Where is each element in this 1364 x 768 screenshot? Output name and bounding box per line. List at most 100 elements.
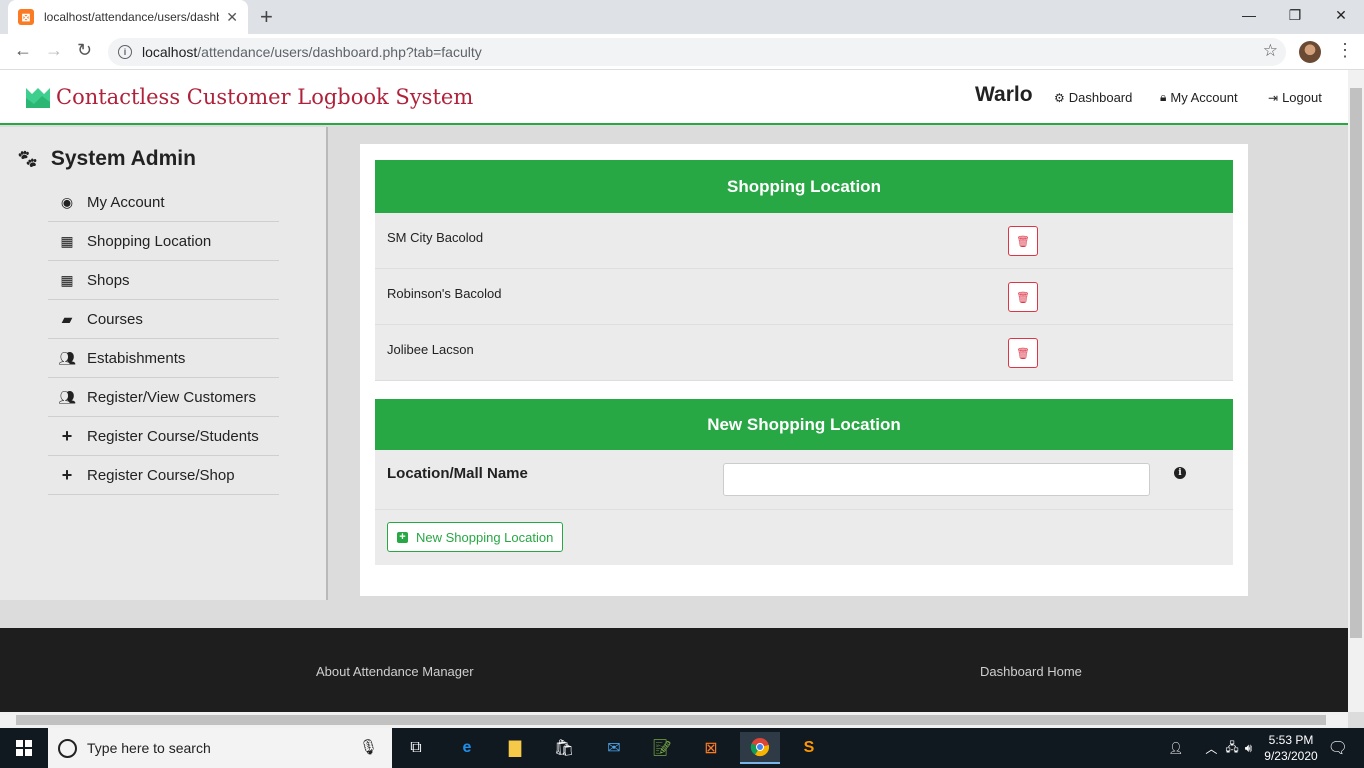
current-user-name: Warlo <box>975 83 1033 106</box>
sidebar: 🐾︎ System Admin ◉ My Account ▦ Shopping … <box>0 127 328 600</box>
mail-icon[interactable]: ✉ <box>594 732 634 764</box>
bookmark-star-icon[interactable]: ☆ <box>1263 41 1278 61</box>
url-host: localhost <box>142 44 198 60</box>
delete-button[interactable]: 🗑︎ <box>1008 226 1038 256</box>
nav-logout-link[interactable]: ⇥ Logout <box>1268 90 1322 105</box>
location-name-input[interactable] <box>723 463 1150 496</box>
add-shopping-location-button[interactable]: + New Shopping Location <box>387 522 564 552</box>
plus-icon: + <box>61 425 73 446</box>
sidebar-item-shops[interactable]: ▦ Shops <box>48 261 279 300</box>
footer-about-link[interactable]: About Attendance Manager <box>316 664 474 679</box>
network-icon[interactable]: 🖧︎ <box>1225 738 1238 759</box>
show-hidden-icons-icon[interactable]: ︿ <box>1205 740 1217 757</box>
new-location-form: Location/Mall Name i + New Shopping Loca… <box>375 450 1233 565</box>
table-row: SM City Bacolod 🗑︎ <box>375 213 1233 269</box>
store-icon[interactable]: 🛍︎ <box>544 732 584 764</box>
new-shopping-location-heading: New Shopping Location <box>375 399 1233 450</box>
sidebar-menu: ◉ My Account ▦ Shopping Location ▦ Shops… <box>48 183 279 495</box>
site-info-icon[interactable]: i <box>118 45 132 59</box>
reload-button[interactable]: ↻ <box>77 40 92 61</box>
restore-button[interactable]: ❐ <box>1272 0 1318 30</box>
sidebar-title: 🐾︎ System Admin <box>16 147 196 171</box>
chrome-logo <box>750 738 770 757</box>
sidebar-item-label: Estabishments <box>87 349 186 367</box>
logout-icon: ⇥ <box>1268 90 1279 105</box>
microphone-icon[interactable]: 🎙︎ <box>359 738 378 756</box>
close-window-button[interactable]: ✕ <box>1318 0 1364 30</box>
nav-dashboard-link[interactable]: ⚙ Dashboard <box>1054 90 1132 105</box>
shopping-location-heading: Shopping Location <box>375 160 1233 213</box>
building-icon: ▦ <box>60 271 74 288</box>
new-tab-button[interactable]: + <box>260 4 273 30</box>
close-tab-icon[interactable]: ✕ <box>226 9 238 26</box>
scrollbar-thumb[interactable] <box>16 715 1326 725</box>
window-controls: — ❐ ✕ <box>1226 0 1364 30</box>
address-bar[interactable]: i localhost/attendance/users/dashboard.p… <box>108 38 1286 66</box>
minimize-button[interactable]: — <box>1226 0 1272 30</box>
sidebar-item-courses[interactable]: ▰ Courses <box>48 300 279 339</box>
gear-icon: ⚙ <box>1054 90 1065 105</box>
sidebar-item-label: My Account <box>87 193 165 211</box>
users-icon: 👥︎ <box>58 349 76 366</box>
volume-icon[interactable]: 🔊︎ <box>1245 741 1253 756</box>
vertical-scrollbar[interactable] <box>1348 70 1364 712</box>
taskbar-clock[interactable]: 5:53 PM 9/23/2020 <box>1264 732 1317 764</box>
sidebar-item-shopping-location[interactable]: ▦ Shopping Location <box>48 222 279 261</box>
trash-icon: 🗑︎ <box>1016 235 1030 248</box>
footer-dashboard-home-link[interactable]: Dashboard Home <box>980 664 1082 679</box>
scrollbar-thumb[interactable] <box>1350 88 1362 638</box>
back-button[interactable]: ← <box>14 40 32 61</box>
notifications-icon[interactable]: 🗨︎ <box>1328 738 1348 758</box>
horizontal-scrollbar[interactable] <box>0 712 1348 728</box>
delete-button[interactable]: 🗑︎ <box>1008 282 1038 312</box>
profile-avatar[interactable] <box>1299 41 1321 63</box>
notepad-icon[interactable]: 📝︎ <box>642 732 682 764</box>
location-name: Robinson's Bacolod <box>387 286 502 301</box>
sidebar-item-label: Shops <box>87 271 130 289</box>
sidebar-item-label: Register/View Customers <box>87 388 256 406</box>
forward-button[interactable]: → <box>45 40 63 61</box>
sidebar-item-register-course-students[interactable]: + Register Course/Students <box>48 417 279 456</box>
brand[interactable]: Contactless Customer Logbook System <box>26 85 473 109</box>
windows-taskbar: Type here to search 🎙︎ ⧉ e ▇ 🛍︎ ✉ 📝︎ ⊠ S… <box>0 728 1364 768</box>
location-name-label: Location/Mall Name <box>387 465 528 482</box>
task-view-icon[interactable]: ⧉ <box>396 732 436 764</box>
taskbar-search[interactable]: Type here to search 🎙︎ <box>48 728 392 768</box>
sidebar-item-label: Register Course/Shop <box>87 466 235 484</box>
tab-title: localhost/attendance/users/dashb <box>44 10 219 24</box>
building-icon: ▦ <box>60 232 74 249</box>
user-circle-icon: ◉ <box>60 193 74 210</box>
xampp-icon[interactable]: ⊠ <box>691 732 731 764</box>
taskbar-search-placeholder: Type here to search <box>87 740 211 756</box>
site-footer: About Attendance Manager Dashboard Home <box>0 628 1348 712</box>
people-icon[interactable]: 👤︎ <box>1168 741 1183 755</box>
nav-dashboard-label: Dashboard <box>1068 90 1133 105</box>
start-button[interactable] <box>0 728 48 768</box>
sidebar-item-register-course-shop[interactable]: + Register Course/Shop <box>48 456 279 495</box>
sublime-text-icon[interactable]: S <box>789 732 829 764</box>
file-explorer-icon[interactable]: ▇ <box>495 732 535 764</box>
add-button-label: New Shopping Location <box>416 529 554 545</box>
sidebar-item-establishments[interactable]: 👥︎ Estabishments <box>48 339 279 378</box>
users-icon: 👥︎ <box>58 388 76 405</box>
form-row: Location/Mall Name i <box>375 450 1233 510</box>
trash-icon: 🗑︎ <box>1016 291 1030 304</box>
browser-toolbar: ← → ↻ i localhost/attendance/users/dashb… <box>0 34 1364 70</box>
lock-icon: 🔒︎ <box>1160 90 1167 104</box>
browser-menu-icon[interactable]: ⋮ <box>1336 40 1354 61</box>
browser-tab[interactable]: ⊠ localhost/attendance/users/dashb ✕ <box>8 0 248 34</box>
edge-icon[interactable]: e <box>447 732 487 764</box>
sidebar-item-label: Shopping Location <box>87 232 212 250</box>
nav-my-account-link[interactable]: 🔒︎ My Account <box>1160 90 1238 105</box>
sidebar-item-register-view-customers[interactable]: 👥︎ Register/View Customers <box>48 378 279 417</box>
plus-square-icon: + <box>397 531 408 543</box>
sidebar-item-my-account[interactable]: ◉ My Account <box>48 183 279 222</box>
book-icon: ▰ <box>61 310 73 327</box>
url-path: /attendance/users/dashboard.php?tab=facu… <box>197 44 482 60</box>
location-name: SM City Bacolod <box>387 230 484 245</box>
delete-button[interactable]: 🗑︎ <box>1008 338 1038 368</box>
site-header: Contactless Customer Logbook System Warl… <box>0 70 1348 125</box>
browser-tabstrip: ⊠ localhost/attendance/users/dashb ✕ + —… <box>0 0 1364 34</box>
chrome-icon[interactable] <box>740 732 780 764</box>
info-icon[interactable]: i <box>1174 467 1186 479</box>
